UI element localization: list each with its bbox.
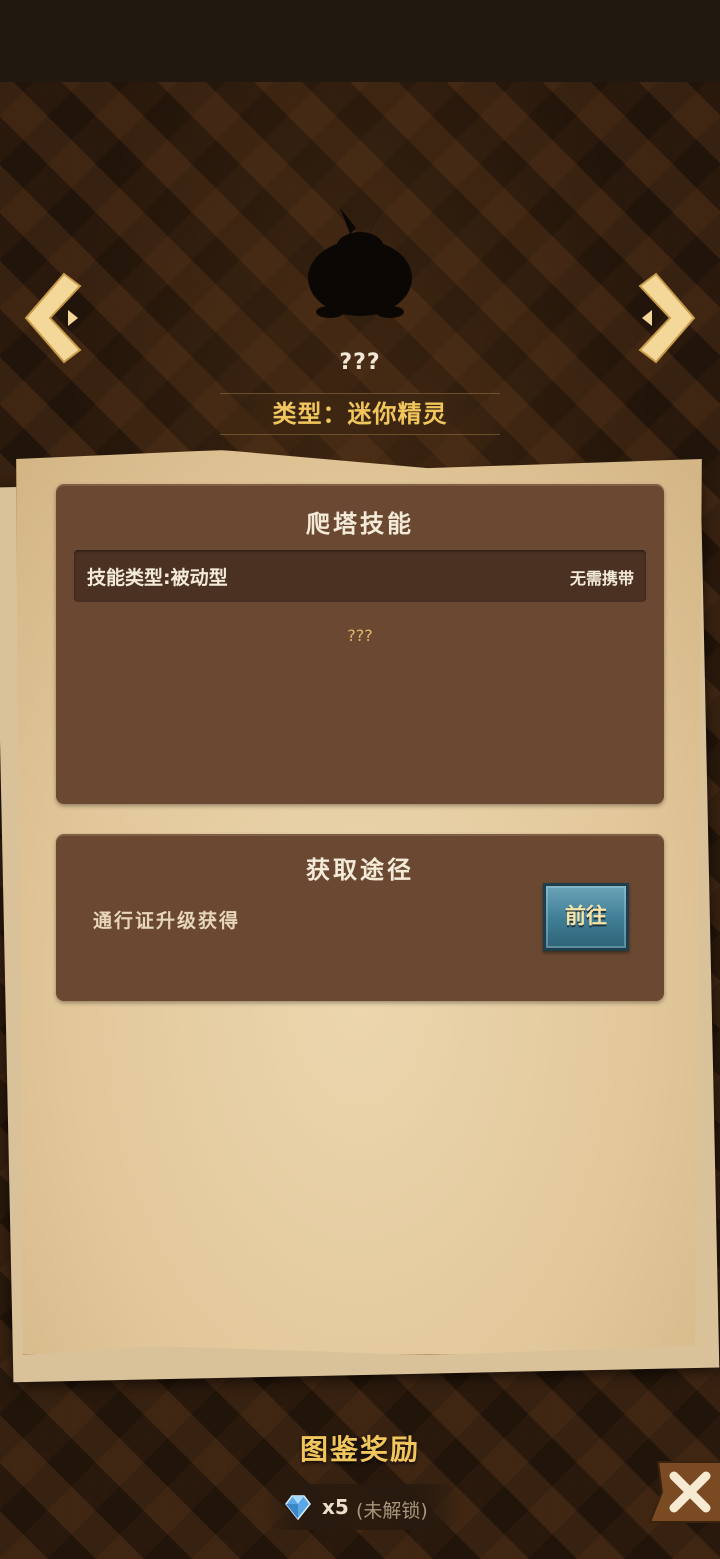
acquisition-method: 通行证升级获得 xyxy=(93,910,241,932)
skill-info-row: 技能类型:被动型 无需携带 xyxy=(74,550,646,602)
close-x-icon xyxy=(648,1461,720,1523)
top-status-bar xyxy=(0,0,720,82)
collection-reward-title: 图鉴奖励 xyxy=(299,1433,420,1466)
skill-description: ??? xyxy=(347,626,373,645)
creature-type-banner: 类型：迷你精灵 xyxy=(220,393,500,435)
skill-carry-note: 无需携带 xyxy=(569,569,634,588)
diamond-gem-icon xyxy=(285,1495,311,1521)
reward-lock-status: (未解锁) xyxy=(356,1500,428,1522)
go-button[interactable]: 前往 xyxy=(543,883,629,951)
reward-item: x5 (未解锁) xyxy=(262,1484,462,1530)
acquisition-card: 获取途径 通行证升级获得 前往 xyxy=(56,834,664,1001)
creature-name: ??? xyxy=(339,350,381,375)
skill-card-title: 爬塔技能 xyxy=(306,510,414,538)
acquisition-card-title: 获取途径 xyxy=(306,856,414,884)
tower-skill-card: 爬塔技能 技能类型:被动型 无需携带 ??? xyxy=(56,484,664,804)
close-button[interactable] xyxy=(648,1458,720,1526)
reward-count: x5 xyxy=(322,1495,349,1519)
skill-type-label: 技能类型:被动型 xyxy=(87,567,228,589)
creature-silhouette-icon xyxy=(290,200,430,325)
